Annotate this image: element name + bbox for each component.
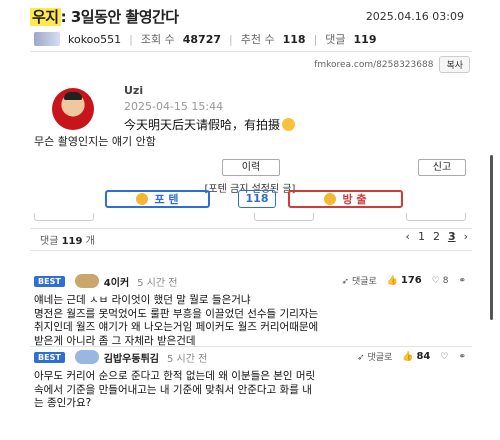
comment-time: 5 시간 전 xyxy=(166,353,208,365)
embedded-post-image: Uzi 2025-04-15 15:44 今天明天后天请假哈，有拍摄 xyxy=(52,80,472,140)
link-icon[interactable]: ⚭ xyxy=(458,352,466,362)
comment-body: 얘네는 근데 ㅅㅂ 라이엇이 했던 말 뭘로 들은거냐 명전은 월즈를 못먹었어… xyxy=(34,294,470,348)
link-icon[interactable]: ⚭ xyxy=(458,276,466,286)
smile-emoji-icon xyxy=(282,118,296,131)
recommend-label: 추천 수 xyxy=(240,33,275,46)
happy-face-icon xyxy=(136,193,149,205)
thumbs-down-icon: ♡ xyxy=(440,351,449,362)
comments-count: 119 xyxy=(353,32,377,46)
header-divider xyxy=(30,51,472,52)
cut-button-2[interactable] xyxy=(254,213,314,221)
comment-body: 아무도 커리어 순으로 준다고 한적 없는데 왜 이분들은 본인 머릿 속에서 … xyxy=(34,370,470,411)
cut-button-3[interactable] xyxy=(406,213,466,221)
copy-url-button[interactable]: 복사 xyxy=(439,56,470,73)
best-badge: BEST xyxy=(34,275,65,287)
cut-off-button-row xyxy=(34,213,474,226)
comment-header: BEST 4이커 5 시간 전 ➶ 댓글로 👍 176 ♡ 8 ⚭ xyxy=(30,272,472,290)
comment-line: 얘네는 근데 ㅅㅂ 라이엇이 했던 말 뭘로 들은거냐 xyxy=(34,294,251,306)
reply-button[interactable]: ➶ 댓글로 xyxy=(357,350,392,363)
embed-text: 今天明天后天请假哈，有拍摄 xyxy=(124,116,296,133)
page-1[interactable]: 1 xyxy=(418,230,425,243)
reply-label: 댓글로 xyxy=(367,353,393,363)
comment-line: 속에서 기준을 만들어내고는 내 기준에 맞춰서 안준다고 화를 내 xyxy=(34,383,312,396)
post-url[interactable]: fmkorea.com/8258323688 xyxy=(314,60,433,70)
comment-line: 취지인데 월즈 얘기가 왜 나오는거임 페이커도 월즈 커리어때문에 xyxy=(34,321,319,334)
post-date: 2025.04.16 03:09 xyxy=(365,10,464,23)
comment-count: 댓글 119 개 xyxy=(40,232,95,247)
thumbs-up-icon: 👍 xyxy=(402,352,414,362)
embed-date: 2025-04-15 15:44 xyxy=(124,100,224,113)
angry-face-icon xyxy=(324,193,337,205)
reply-label: 댓글로 xyxy=(351,277,377,287)
post-body-text: 무슨 촬영인지는 얘기 안함 xyxy=(34,135,156,148)
comment-pagination: ‹ 1 2 3 › xyxy=(406,230,468,243)
post-title-text: : 3일동안 촬영간다 xyxy=(60,8,179,26)
commenter-avatar xyxy=(74,274,99,288)
commenter-name[interactable]: 4이커 xyxy=(104,274,129,289)
embed-text-content: 今天明天后天请假哈，有拍摄 xyxy=(124,118,281,132)
comments-top-divider xyxy=(30,250,472,251)
commenter-avatar xyxy=(74,350,99,364)
comment-bar: 댓글 119 개 ‹ 1 2 3 › xyxy=(34,230,468,248)
uzi-avatar xyxy=(52,88,94,130)
post-url-row: fmkorea.com/8258323688 복사 xyxy=(314,56,470,73)
vote-count: 118 xyxy=(238,190,276,208)
post-meta: kokoo551 | 조회 수 48727 | 추천 수 118 | 댓글 11… xyxy=(34,30,474,48)
thumbs-down-icon: ♡ xyxy=(431,275,440,286)
downvote-button[interactable]: 방 출 xyxy=(288,190,403,208)
like-count: 176 xyxy=(400,275,422,286)
next-page-button[interactable]: › xyxy=(464,230,468,243)
page-2[interactable]: 2 xyxy=(433,230,440,243)
dislike-count: 8 xyxy=(442,275,449,286)
comment-line: 아무도 커리어 순으로 준다고 한적 없는데 왜 이분들은 본인 머릿 xyxy=(34,370,316,382)
upvote-label: 포 텐 xyxy=(154,193,179,206)
views-label: 조회 수 xyxy=(140,33,175,46)
thumbs-up-icon: 👍 xyxy=(386,276,399,286)
comment-count-label: 댓글 xyxy=(40,235,59,247)
report-button[interactable]: 신고 xyxy=(418,159,466,176)
comment-count-value: 119 xyxy=(61,235,83,247)
page-3-current[interactable]: 3 xyxy=(448,230,456,243)
best-badge: BEST xyxy=(34,351,65,363)
history-button[interactable]: 이력 xyxy=(222,159,280,176)
prev-page-button[interactable]: ‹ xyxy=(406,230,410,243)
views-count: 48727 xyxy=(182,32,222,46)
upvote-button[interactable]: 포 텐 xyxy=(105,190,210,208)
comment-actions: ➶ 댓글로 👍 176 ♡ 8 ⚭ xyxy=(342,274,466,287)
author-level-icon xyxy=(34,32,60,46)
comment-count-suffix: 개 xyxy=(85,235,95,247)
comment-header: BEST 김밥우동튀김 5 시간 전 ➶ 댓글로 👍 84 ♡ ⚭ xyxy=(30,348,472,366)
comment-line: 명전은 월즈를 못먹었어도 룰판 부흥을 이끌었던 선수들 기리자는 xyxy=(34,307,319,320)
post-header: 우지: 3일동안 촬영간다 2025.04.16 03:09 xyxy=(30,6,470,28)
comment-line: 는 종인가요? xyxy=(34,397,92,410)
reply-button[interactable]: ➶ 댓글로 xyxy=(342,274,377,287)
scrollbar[interactable] xyxy=(490,155,493,320)
dislike-button[interactable]: ♡ xyxy=(440,352,448,362)
recommend-count: 118 xyxy=(282,32,306,46)
comment-actions: ➶ 댓글로 👍 84 ♡ ⚭ xyxy=(357,350,466,363)
vote-row: 포 텐 118 방 출 xyxy=(105,190,405,210)
comments-label: 댓글 xyxy=(325,33,346,46)
like-button[interactable]: 👍 84 xyxy=(402,351,430,362)
downvote-label: 방 출 xyxy=(342,193,367,206)
commenter-name[interactable]: 김밥우동튀김 xyxy=(104,350,159,365)
comment-time: 5 시간 전 xyxy=(137,277,178,289)
dislike-button[interactable]: ♡ 8 xyxy=(432,276,449,286)
like-count: 84 xyxy=(416,351,431,362)
post-category[interactable]: 우지 xyxy=(30,8,61,26)
comment-divider xyxy=(30,346,472,347)
embed-username: Uzi xyxy=(124,84,144,97)
post-author[interactable]: kokoo551 xyxy=(68,33,121,46)
section-divider xyxy=(30,228,472,229)
cut-button-1[interactable] xyxy=(34,213,94,221)
like-button[interactable]: 👍 176 xyxy=(387,275,422,286)
